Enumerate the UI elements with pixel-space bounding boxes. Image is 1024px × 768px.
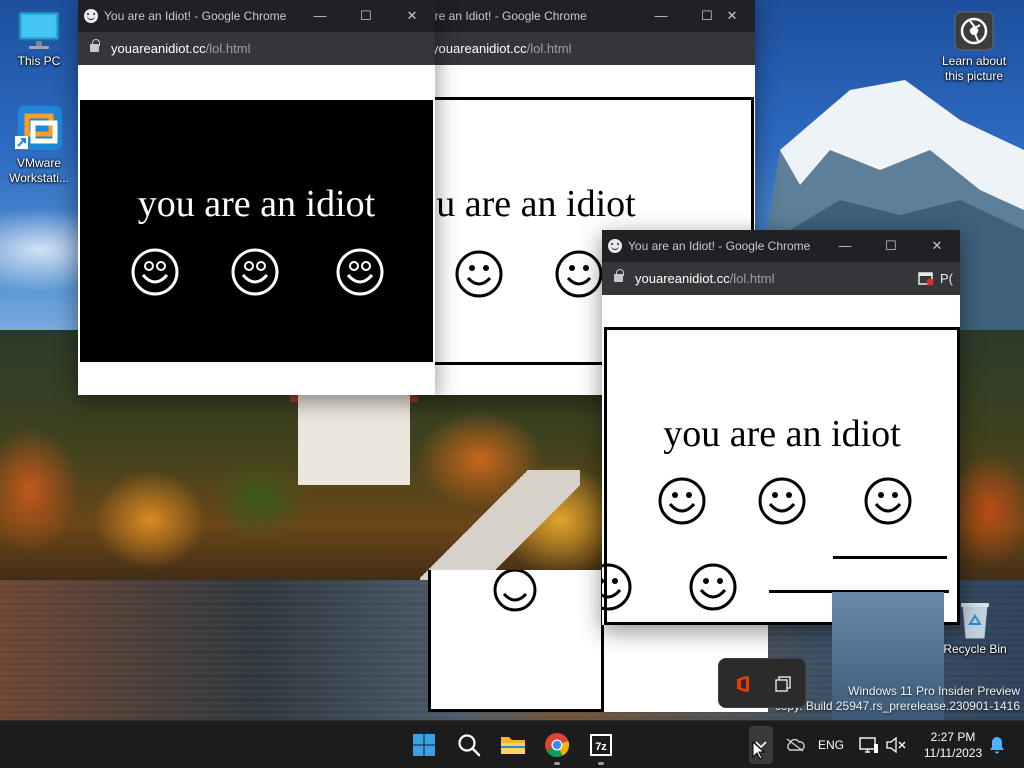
smiley-favicon-icon — [84, 9, 98, 23]
tray-overflow-flyout — [718, 658, 806, 708]
search-icon — [458, 734, 481, 757]
desktop-icon-label: This PC — [17, 54, 61, 68]
desktop-icon-vmware[interactable]: VMware Workstati... — [1, 104, 77, 186]
address-bar[interactable]: youareanidiot.cc/lol.html P( — [602, 262, 960, 295]
window-titlebar[interactable]: You are an Idiot! - Google Chrome — ☐ ✕ — [602, 230, 960, 262]
page-content: you are an idiot — [78, 65, 435, 395]
office-icon[interactable] — [735, 675, 751, 693]
smiley-icon — [131, 248, 179, 296]
minimize-button[interactable]: — — [822, 230, 868, 262]
chrome-window-3[interactable]: You are an Idiot! - Google Chrome — ☐ ✕ … — [602, 230, 960, 625]
folder-icon — [501, 737, 525, 754]
tray-network[interactable] — [856, 721, 882, 768]
desktop-icon-learn-about-picture[interactable]: Learn about this picture — [936, 10, 1012, 84]
smiley-icon — [658, 477, 706, 525]
minimize-button[interactable]: — — [297, 0, 343, 32]
smiley-icon — [555, 250, 603, 298]
tray-clock[interactable]: 2:27 PM 11/11/2023 — [916, 729, 990, 761]
taskbar-7zip[interactable]: 7z — [583, 727, 619, 765]
desktop-icon-this-pc[interactable]: This PC — [1, 10, 77, 69]
minimize-button[interactable]: — — [638, 0, 684, 32]
taskbar-start-button[interactable] — [406, 727, 442, 763]
wallpaper-stairs — [420, 470, 580, 580]
clock-date: 11/11/2023 — [923, 746, 983, 760]
address-bar[interactable]: youareanidiot.cc/lol.html — [426, 32, 755, 65]
7zip-icon: 7z — [590, 734, 612, 756]
slogan-text: you are an idiot — [663, 413, 901, 455]
camera-icon — [954, 11, 994, 51]
wallpaper-castle — [298, 395, 410, 485]
url-text[interactable]: youareanidiot.cc/lol.html — [111, 41, 250, 56]
vmware-icon — [15, 106, 62, 150]
copy-windows-icon[interactable] — [775, 676, 791, 692]
taskbar: 7z ENG 2:27 PM 11/11/2023 — [0, 720, 1024, 768]
smiley-icon — [455, 250, 503, 298]
slogan-text: you are an idiot — [137, 183, 376, 225]
prank-panel: you are an idiot — [602, 327, 960, 625]
desktop-icon-label: VMware Workstati... — [9, 156, 69, 185]
svg-text:7z: 7z — [595, 741, 607, 753]
prank-panel: you are an idiot — [80, 100, 433, 362]
taskbar-file-explorer[interactable] — [495, 727, 531, 763]
url-text[interactable]: youareanidiot.cc/lol.html — [432, 41, 571, 56]
maximize-button[interactable]: ☐ — [343, 0, 389, 32]
window-titlebar[interactable]: are an Idiot! - Google Chrome — ☐ ✕ — [426, 0, 755, 32]
running-indicator — [554, 762, 560, 765]
close-button[interactable]: ✕ — [914, 230, 960, 262]
smiley-icon — [758, 477, 806, 525]
desktop-icon-label: Recycle Bin — [943, 642, 1007, 656]
smiley-favicon-icon — [608, 239, 622, 253]
chrome-window-1[interactable]: You are an Idiot! - Google Chrome — ☐ ✕ … — [78, 0, 435, 395]
desktop-icon-label: Learn about this picture — [941, 54, 1007, 83]
cloud-offline-icon — [786, 738, 805, 752]
monitor-icon — [18, 11, 60, 49]
toolbar-extra-text: P( — [940, 271, 953, 286]
network-icon — [859, 737, 878, 753]
recycle-bin-icon — [961, 603, 989, 639]
url-text[interactable]: youareanidiot.cc/lol.html — [635, 271, 774, 286]
close-button[interactable]: ✕ — [709, 0, 755, 32]
taskbar-chrome[interactable] — [539, 727, 575, 765]
artifact-line — [833, 556, 947, 559]
watermark-line-2: copy. Build 25947.rs_prerelease.230901-1… — [774, 699, 1020, 713]
smiley-icon — [602, 563, 632, 611]
smiley-icon — [231, 248, 279, 296]
popup-blocked-icon[interactable] — [918, 272, 934, 286]
window-titlebar[interactable]: You are an Idiot! - Google Chrome — ☐ ✕ — [78, 0, 435, 32]
close-button[interactable]: ✕ — [389, 0, 435, 32]
smiley-icon — [336, 248, 384, 296]
running-indicator — [598, 762, 604, 765]
tray-volume[interactable] — [884, 721, 908, 768]
smiley-icon — [493, 570, 537, 612]
smiley-icon — [864, 477, 912, 525]
address-bar[interactable]: youareanidiot.cc/lol.html — [78, 32, 435, 65]
clock-time: 2:27 PM — [930, 730, 976, 744]
window-title: are an Idiot! - Google Chrome — [428, 9, 587, 23]
window-title: You are an Idiot! - Google Chrome — [104, 9, 287, 23]
slogan-text: you are an idiot — [426, 183, 636, 225]
watermark-line-1: Windows 11 Pro Insider Preview — [848, 684, 1020, 698]
lock-icon — [614, 269, 624, 282]
windows-start-icon — [413, 734, 435, 756]
chrome-icon — [545, 733, 570, 757]
lock-icon — [90, 39, 100, 52]
tray-onedrive[interactable] — [782, 721, 808, 768]
maximize-button[interactable]: ☐ — [868, 230, 914, 262]
notification-bell-icon — [990, 737, 1004, 754]
page-content: you are an idiot — [602, 295, 960, 625]
windows-watermark: Windows 11 Pro Insider Preview copy. Bui… — [775, 684, 1020, 714]
tray-language[interactable]: ENG — [814, 721, 848, 768]
window-title: You are an Idiot! - Google Chrome — [628, 239, 811, 253]
taskbar-search-button[interactable] — [451, 727, 487, 763]
mouse-cursor-icon — [752, 741, 766, 760]
smiley-icon — [689, 563, 737, 611]
speaker-muted-icon — [886, 737, 906, 753]
tray-notifications[interactable] — [986, 721, 1008, 768]
window-ghost-remnant — [428, 570, 604, 712]
